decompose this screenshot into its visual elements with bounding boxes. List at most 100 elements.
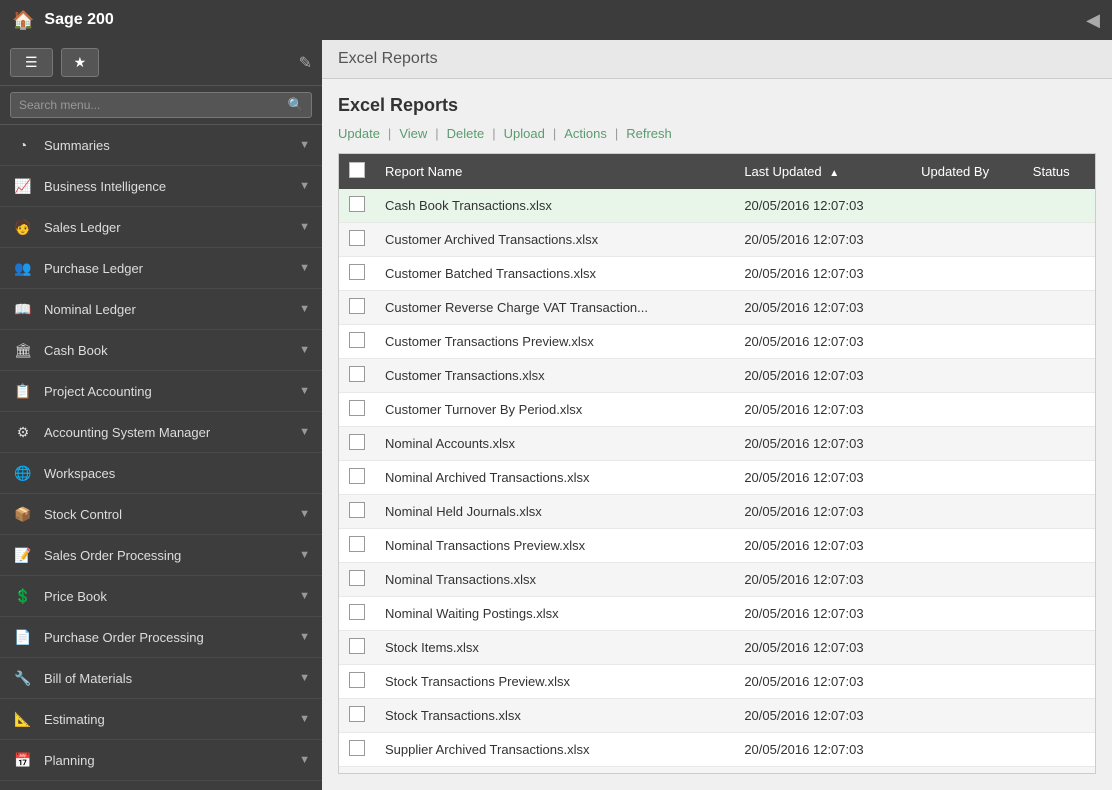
table-row: Nominal Transactions.xlsx20/05/2016 12:0… bbox=[339, 563, 1095, 597]
top-bar: 🏠 Sage 200 ◀ bbox=[0, 0, 1112, 40]
row-updated-by bbox=[911, 767, 1023, 775]
row-checkbox[interactable] bbox=[349, 298, 365, 314]
chevron-sales-ledger: ▼ bbox=[299, 221, 310, 233]
table-row: Supplier Batched Transactions.xlsx20/05/… bbox=[339, 767, 1095, 775]
menu-button[interactable]: ☰ bbox=[10, 48, 53, 77]
row-checkbox[interactable] bbox=[349, 536, 365, 552]
row-checkbox-cell[interactable] bbox=[339, 733, 375, 767]
chevron-planning: ▼ bbox=[299, 754, 310, 766]
favorites-button[interactable]: ★ bbox=[61, 48, 100, 77]
content-area: Excel Reports Excel Reports Update View … bbox=[322, 40, 1112, 790]
update-button[interactable]: Update bbox=[338, 126, 399, 141]
row-checkbox[interactable] bbox=[349, 434, 365, 450]
row-report-name: Stock Transactions Preview.xlsx bbox=[375, 665, 734, 699]
row-checkbox[interactable] bbox=[349, 468, 365, 484]
row-report-name: Supplier Batched Transactions.xlsx bbox=[375, 767, 734, 775]
sidebar-item-sales-order-processing[interactable]: 📝 Sales Order Processing ▼ bbox=[0, 535, 322, 576]
row-checkbox-cell[interactable] bbox=[339, 189, 375, 223]
row-checkbox-cell[interactable] bbox=[339, 699, 375, 733]
edit-button[interactable]: ✎ bbox=[299, 53, 312, 73]
pop-icon: 📄 bbox=[12, 626, 34, 648]
row-checkbox-cell[interactable] bbox=[339, 461, 375, 495]
row-last-updated: 20/05/2016 12:07:03 bbox=[734, 223, 911, 257]
row-checkbox-cell[interactable] bbox=[339, 529, 375, 563]
row-checkbox-cell[interactable] bbox=[339, 291, 375, 325]
row-checkbox[interactable] bbox=[349, 400, 365, 416]
price-book-icon: 💲 bbox=[12, 585, 34, 607]
row-checkbox-cell[interactable] bbox=[339, 257, 375, 291]
sidebar-item-purchase-order-processing[interactable]: 📄 Purchase Order Processing ▼ bbox=[0, 617, 322, 658]
row-checkbox[interactable] bbox=[349, 570, 365, 586]
row-updated-by bbox=[911, 223, 1023, 257]
sidebar-item-summaries[interactable]: ◔ Summaries ▼ bbox=[0, 125, 322, 166]
sidebar-item-cash-book[interactable]: 🏛 Cash Book ▼ bbox=[0, 330, 322, 371]
chevron-bi: ▼ bbox=[299, 180, 310, 192]
row-checkbox-cell[interactable] bbox=[339, 597, 375, 631]
search-input[interactable] bbox=[10, 92, 312, 118]
sidebar-item-works-orders[interactable]: 🏗 Works Orders ▼ bbox=[0, 781, 322, 790]
sidebar-item-sales-ledger[interactable]: 🧑 Sales Ledger ▼ bbox=[0, 207, 322, 248]
table-row: Supplier Archived Transactions.xlsx20/05… bbox=[339, 733, 1095, 767]
sidebar-item-bill-of-materials[interactable]: 🔧 Bill of Materials ▼ bbox=[0, 658, 322, 699]
chevron-stock-control: ▼ bbox=[299, 508, 310, 520]
row-checkbox-cell[interactable] bbox=[339, 325, 375, 359]
row-checkbox-cell[interactable] bbox=[339, 767, 375, 775]
chevron-cash-book: ▼ bbox=[299, 344, 310, 356]
sidebar-item-workspaces[interactable]: 🌐 Workspaces bbox=[0, 453, 322, 494]
row-checkbox[interactable] bbox=[349, 502, 365, 518]
row-checkbox-cell[interactable] bbox=[339, 563, 375, 597]
bi-icon: 📈 bbox=[12, 175, 34, 197]
row-status bbox=[1023, 631, 1095, 665]
row-checkbox-cell[interactable] bbox=[339, 495, 375, 529]
sidebar-item-stock-control[interactable]: 📦 Stock Control ▼ bbox=[0, 494, 322, 535]
upload-button[interactable]: Upload bbox=[504, 126, 565, 141]
header-last-updated[interactable]: Last Updated ▲ bbox=[734, 154, 911, 189]
sidebar-item-price-book[interactable]: 💲 Price Book ▼ bbox=[0, 576, 322, 617]
sidebar-item-estimating[interactable]: 📐 Estimating ▼ bbox=[0, 699, 322, 740]
row-report-name: Customer Reverse Charge VAT Transaction.… bbox=[375, 291, 734, 325]
view-button[interactable]: View bbox=[399, 126, 446, 141]
row-checkbox[interactable] bbox=[349, 366, 365, 382]
sidebar-item-planning[interactable]: 📅 Planning ▼ bbox=[0, 740, 322, 781]
sidebar-item-nominal-ledger[interactable]: 📖 Nominal Ledger ▼ bbox=[0, 289, 322, 330]
estimating-icon: 📐 bbox=[12, 708, 34, 730]
delete-button[interactable]: Delete bbox=[447, 126, 504, 141]
row-checkbox-cell[interactable] bbox=[339, 359, 375, 393]
header-checkbox-cell[interactable] bbox=[339, 154, 375, 189]
table-row: Customer Batched Transactions.xlsx20/05/… bbox=[339, 257, 1095, 291]
row-checkbox-cell[interactable] bbox=[339, 427, 375, 461]
refresh-button[interactable]: Refresh bbox=[626, 126, 680, 141]
row-checkbox[interactable] bbox=[349, 264, 365, 280]
row-checkbox[interactable] bbox=[349, 604, 365, 620]
row-checkbox[interactable] bbox=[349, 740, 365, 756]
row-updated-by bbox=[911, 461, 1023, 495]
row-status bbox=[1023, 665, 1095, 699]
table-row: Customer Archived Transactions.xlsx20/05… bbox=[339, 223, 1095, 257]
actions-button[interactable]: Actions bbox=[564, 126, 626, 141]
sidebar-item-accounting-system-manager[interactable]: ⚙ Accounting System Manager ▼ bbox=[0, 412, 322, 453]
page-title: Excel Reports bbox=[338, 95, 1096, 116]
sidebar-item-project-accounting[interactable]: 📋 Project Accounting ▼ bbox=[0, 371, 322, 412]
row-checkbox[interactable] bbox=[349, 638, 365, 654]
row-report-name: Nominal Transactions Preview.xlsx bbox=[375, 529, 734, 563]
row-status bbox=[1023, 223, 1095, 257]
row-checkbox[interactable] bbox=[349, 672, 365, 688]
row-checkbox-cell[interactable] bbox=[339, 631, 375, 665]
row-checkbox[interactable] bbox=[349, 332, 365, 348]
collapse-icon[interactable]: ◀ bbox=[1086, 10, 1100, 31]
row-checkbox[interactable] bbox=[349, 706, 365, 722]
select-all-checkbox[interactable] bbox=[349, 162, 365, 178]
row-checkbox-cell[interactable] bbox=[339, 223, 375, 257]
row-last-updated: 20/05/2016 12:07:03 bbox=[734, 699, 911, 733]
header-report-name[interactable]: Report Name bbox=[375, 154, 734, 189]
sidebar-item-purchase-ledger[interactable]: 👥 Purchase Ledger ▼ bbox=[0, 248, 322, 289]
table-body: Cash Book Transactions.xlsx20/05/2016 12… bbox=[339, 189, 1095, 774]
sidebar-item-business-intelligence[interactable]: 📈 Business Intelligence ▼ bbox=[0, 166, 322, 207]
row-checkbox-cell[interactable] bbox=[339, 665, 375, 699]
row-checkbox[interactable] bbox=[349, 196, 365, 212]
home-icon[interactable]: 🏠 bbox=[12, 10, 34, 31]
row-checkbox-cell[interactable] bbox=[339, 393, 375, 427]
row-last-updated: 20/05/2016 12:07:03 bbox=[734, 359, 911, 393]
chevron-asm: ▼ bbox=[299, 426, 310, 438]
row-checkbox[interactable] bbox=[349, 230, 365, 246]
